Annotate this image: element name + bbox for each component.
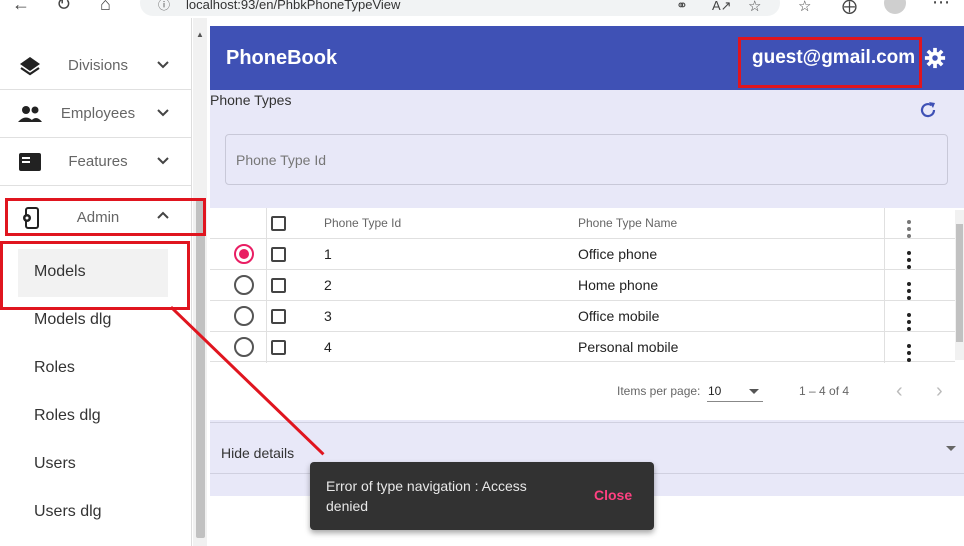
- features-icon: [19, 153, 41, 171]
- select-all-checkbox[interactable]: [271, 216, 286, 231]
- add-favorite-icon[interactable]: ☆: [748, 0, 761, 15]
- cell-id: 4: [324, 339, 332, 355]
- sidebar-item-divisions[interactable]: Divisions: [0, 42, 191, 90]
- filter-placeholder[interactable]: Phone Type Id: [236, 152, 326, 168]
- gear-icon[interactable]: [924, 47, 946, 69]
- sidebar-item-label: Divisions: [67, 57, 128, 74]
- people-icon: [18, 106, 42, 122]
- refresh-icon[interactable]: [918, 100, 938, 120]
- cell-name: Personal mobile: [578, 339, 679, 355]
- cell-name: Home phone: [578, 277, 659, 293]
- sidebar-subitem-users[interactable]: Users: [18, 441, 168, 489]
- details-toggle-label[interactable]: Hide details: [221, 445, 294, 461]
- row-more-icon[interactable]: [906, 251, 912, 269]
- next-page-icon[interactable]: ›: [936, 380, 943, 403]
- chevron-down-icon: [157, 109, 169, 117]
- items-per-page-underline: [707, 401, 763, 402]
- items-per-page-select[interactable]: 10: [708, 384, 721, 398]
- row-more-icon[interactable]: [906, 344, 912, 362]
- sidebar-item-label: Employees: [60, 105, 136, 122]
- row-checkbox[interactable]: [271, 278, 286, 293]
- collections-icon[interactable]: ⨁: [842, 0, 857, 15]
- sidebar-item-label: Features: [68, 153, 128, 170]
- row-checkbox[interactable]: [271, 247, 286, 262]
- cell-name: Office phone: [578, 246, 658, 262]
- profile-avatar[interactable]: [884, 0, 906, 14]
- annotation-box-models: [0, 241, 190, 310]
- snackbar-close-button[interactable]: Close: [594, 487, 632, 503]
- cell-id: 3: [324, 308, 332, 324]
- sidebar-subitem-users-dlg[interactable]: Users dlg: [18, 489, 168, 537]
- paginator: [210, 364, 964, 420]
- section-title: Phone Types: [210, 92, 292, 108]
- header-more-icon[interactable]: [906, 220, 912, 238]
- column-divider: [266, 208, 267, 363]
- sidebar-subitem-roles-dlg[interactable]: Roles dlg: [18, 393, 168, 441]
- cell-name: Office mobile: [578, 308, 660, 324]
- snackbar-message: Error of type navigation : Access denied: [326, 478, 527, 514]
- page-range-label: 1 – 4 of 4: [799, 384, 850, 398]
- dropdown-caret-icon[interactable]: [749, 389, 759, 394]
- column-divider: [884, 208, 885, 363]
- sidebar-item-employees[interactable]: Employees: [0, 90, 191, 138]
- key-icon[interactable]: ⚭: [676, 0, 688, 14]
- chevron-down-icon: [157, 61, 169, 69]
- url-text[interactable]: localhost:93/en/PhbkPhoneTypeView: [186, 0, 400, 12]
- row-checkbox[interactable]: [271, 309, 286, 324]
- sidebar-scroll-thumb[interactable]: [196, 200, 205, 538]
- table-scroll-thumb[interactable]: [956, 224, 963, 342]
- back-icon[interactable]: ←: [12, 0, 30, 15]
- app-title[interactable]: PhoneBook: [226, 47, 337, 70]
- previous-page-icon[interactable]: ‹: [896, 380, 903, 403]
- column-header-name[interactable]: Phone Type Name: [578, 216, 677, 230]
- sidebar-subitem-roles[interactable]: Roles: [18, 345, 168, 393]
- scroll-up-arrow-icon[interactable]: ▲: [196, 30, 204, 39]
- sidebar-item-features[interactable]: Features: [0, 138, 191, 186]
- read-aloud-icon[interactable]: A↗: [712, 0, 732, 14]
- favorites-icon[interactable]: ☆: [798, 0, 811, 15]
- items-per-page-label: Items per page:: [617, 384, 701, 398]
- row-radio[interactable]: [234, 337, 254, 357]
- more-menu-icon[interactable]: ⋯: [932, 0, 950, 13]
- row-radio[interactable]: [234, 244, 254, 264]
- browser-toolbar: ← ↻ ⌂ ⓘ localhost:93/en/PhbkPhoneTypeVie…: [0, 0, 964, 18]
- column-header-id[interactable]: Phone Type Id: [324, 216, 401, 230]
- annotation-box-admin: [5, 198, 206, 236]
- phone-type-id-filter[interactable]: [225, 134, 948, 185]
- expand-caret-icon[interactable]: [946, 446, 956, 451]
- cell-id: 2: [324, 277, 332, 293]
- refresh-page-icon[interactable]: ↻: [56, 0, 71, 15]
- chevron-down-icon: [157, 157, 169, 165]
- annotation-box-user: [738, 37, 922, 88]
- row-radio[interactable]: [234, 306, 254, 326]
- row-checkbox[interactable]: [271, 340, 286, 355]
- cell-id: 1: [324, 246, 332, 262]
- home-icon[interactable]: ⌂: [100, 0, 111, 15]
- site-info-icon[interactable]: ⓘ: [158, 0, 170, 13]
- row-more-icon[interactable]: [906, 313, 912, 331]
- row-more-icon[interactable]: [906, 282, 912, 300]
- layers-icon: [20, 57, 40, 76]
- row-radio[interactable]: [234, 275, 254, 295]
